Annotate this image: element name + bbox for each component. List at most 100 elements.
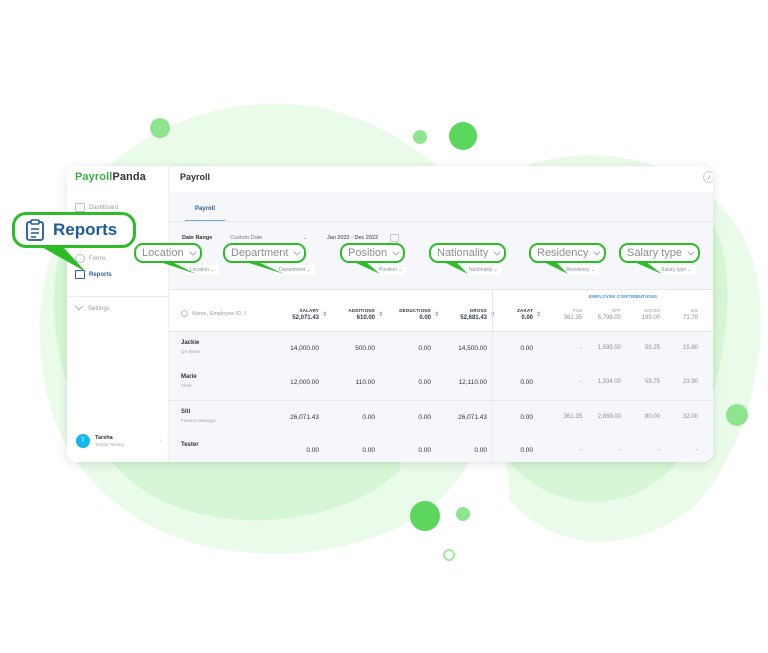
- column-label: ADDITIONS: [348, 308, 375, 313]
- sidebar: PayrollPanda Dashboard Forms Reports Set…: [67, 166, 169, 462]
- column-total: 52,681.43: [460, 315, 487, 321]
- cell-eis: 23.90: [682, 379, 698, 385]
- cell-additions: 0.00: [362, 414, 375, 421]
- filter-label: Location: [190, 267, 209, 273]
- column-label: SOCSO: [643, 308, 660, 313]
- cell-pcb: 361.35: [563, 414, 582, 420]
- sort-icon[interactable]: ⇕: [536, 311, 541, 318]
- cell-socso: 80.00: [644, 414, 660, 420]
- date-range-value[interactable]: Jan 2022 - Dec 2022: [327, 235, 378, 241]
- column-header-salary[interactable]: SALARY 52,071.43 ⇕: [292, 308, 327, 321]
- filter-residency[interactable]: Residency ⌄: [562, 265, 599, 275]
- cell-eis: 32.00: [682, 414, 698, 420]
- location-callout: Location: [134, 243, 202, 263]
- dot: [410, 501, 440, 531]
- column-total: 361.35: [563, 315, 582, 321]
- sidebar-item-reports[interactable]: Reports: [75, 270, 112, 279]
- employee-name: Tester: [181, 442, 199, 448]
- filter-position[interactable]: Position ⌄: [375, 265, 407, 275]
- date-mode-select[interactable]: Custom Date ⌄: [230, 235, 307, 241]
- sidebar-divider: [67, 296, 169, 297]
- employee-name: Marie: [181, 374, 197, 380]
- callout-label: Position: [348, 247, 388, 259]
- sidebar-item-dashboard[interactable]: Dashboard: [75, 203, 118, 212]
- chevron-down-icon: [392, 248, 400, 256]
- sort-icon[interactable]: ⇕: [434, 311, 439, 318]
- search-input[interactable]: Name, Employee ID, I: [181, 310, 246, 317]
- sidebar-item-label: Forms: [89, 255, 106, 262]
- app-window: PayrollPanda Dashboard Forms Reports Set…: [67, 166, 713, 462]
- column-header-gross[interactable]: GROSS52,681.43⇕: [460, 308, 495, 321]
- tab-payroll[interactable]: Payroll: [185, 206, 225, 221]
- main-content: Payroll ♪ Payroll Date Range Custom Date…: [169, 166, 713, 462]
- filter-department[interactable]: Department ⌄: [275, 265, 315, 275]
- cell-eis: -: [696, 447, 698, 453]
- column-total: 71.70: [682, 315, 698, 321]
- tab-bar: Payroll: [169, 192, 713, 222]
- calendar-icon[interactable]: [390, 234, 400, 242]
- cell-gross: 26,071.43: [458, 414, 487, 421]
- sidebar-item-forms[interactable]: Forms: [75, 254, 106, 263]
- dot: [456, 507, 470, 521]
- cell-salary: 0.00: [306, 447, 319, 454]
- column-total: 0.00: [419, 315, 431, 321]
- filter-nationality[interactable]: Nationality ⌄: [465, 265, 502, 275]
- table-row[interactable]: Siti Finance Manager 26,071.43 0.00 0.00 26,0…: [169, 400, 713, 434]
- cell-zakat: 0.00: [520, 414, 533, 421]
- column-total: 0.00: [521, 315, 533, 321]
- cell-additions: 500.00: [355, 345, 375, 352]
- filter-label: Nationality: [469, 267, 493, 273]
- cell-pcb: -: [580, 345, 582, 351]
- column-header-additions[interactable]: ADDITIONS 610.00 ⇕: [348, 308, 383, 321]
- nationality-callout: Nationality: [429, 243, 507, 263]
- column-label: DEDUCTIONS: [399, 308, 431, 313]
- contributions-group-header: EMPLOYEE CONTRIBUTIONS: [589, 294, 658, 299]
- search-placeholder: Name, Employee ID, I: [192, 310, 246, 317]
- chevron-down-icon: [493, 248, 501, 256]
- sort-icon[interactable]: ⇕: [378, 311, 383, 318]
- cell-deductions: 0.00: [418, 447, 431, 454]
- date-range-label: Date Range: [182, 235, 213, 241]
- column-header-epf: EPF 5,798.00: [598, 308, 621, 321]
- page-title: Payroll: [180, 172, 211, 182]
- column-label: EPF: [612, 308, 621, 313]
- user-profile[interactable]: T Tarsha Tarsha Testing ›: [76, 434, 162, 448]
- cell-zakat: 0.00: [520, 447, 533, 454]
- sort-icon[interactable]: ⇕: [322, 311, 327, 318]
- clipboard-icon: [26, 219, 44, 241]
- callout-label: Salary type: [627, 247, 683, 259]
- column-header-zakat[interactable]: ZAKAT 0.00 ⇕: [517, 308, 541, 321]
- filter-location[interactable]: Location ⌄: [186, 265, 219, 275]
- chevron-down-icon: [687, 248, 695, 256]
- bell-icon[interactable]: ♪: [703, 171, 713, 183]
- cell-gross: 12,110.00: [458, 379, 487, 386]
- table-row[interactable]: Marie Clerk 12,000.00 110.00 0.00 12,110.00 0.…: [169, 366, 713, 400]
- chevron-right-icon: ›: [159, 437, 162, 445]
- topbar: Payroll ♪: [169, 166, 713, 192]
- cell-additions: 0.00: [362, 447, 375, 454]
- filter-label: Salary type: [661, 267, 687, 273]
- column-header-pcb: PCB 361.35: [564, 308, 582, 321]
- chevron-down-icon: [74, 301, 84, 311]
- search-icon: [181, 310, 188, 317]
- table-row[interactable]: Tester 0.00 0.00 0.00 0.00 0.00 - - - -: [169, 434, 713, 462]
- cell-socso: 59.75: [644, 379, 660, 385]
- ring: [443, 549, 455, 561]
- brand-part1: Payroll: [75, 171, 113, 183]
- employee-position: Clerk: [181, 383, 192, 388]
- sidebar-item-label: Reports: [89, 271, 112, 278]
- chevron-down-icon: [593, 248, 601, 256]
- cell-epf: -: [619, 447, 621, 453]
- column-header-deductions[interactable]: DEDUCTIONS 0.00 ⇕: [399, 308, 439, 321]
- filter-salary-type[interactable]: Salary type ⌄: [657, 265, 696, 275]
- cell-gross: 0.00: [474, 447, 487, 454]
- cell-zakat: 0.00: [520, 379, 533, 386]
- column-label: GROSS: [469, 308, 487, 313]
- sidebar-settings[interactable]: Settings: [74, 301, 110, 312]
- chevron-down-icon: [293, 248, 301, 256]
- table-row[interactable]: Jackie QA Tester 14,000.00 500.00 0.00 14,500…: [169, 332, 713, 366]
- avatar: T: [76, 434, 90, 448]
- cell-pcb: -: [580, 447, 582, 453]
- filter-label: Residency: [566, 267, 590, 273]
- column-total: 5,798.00: [597, 315, 621, 321]
